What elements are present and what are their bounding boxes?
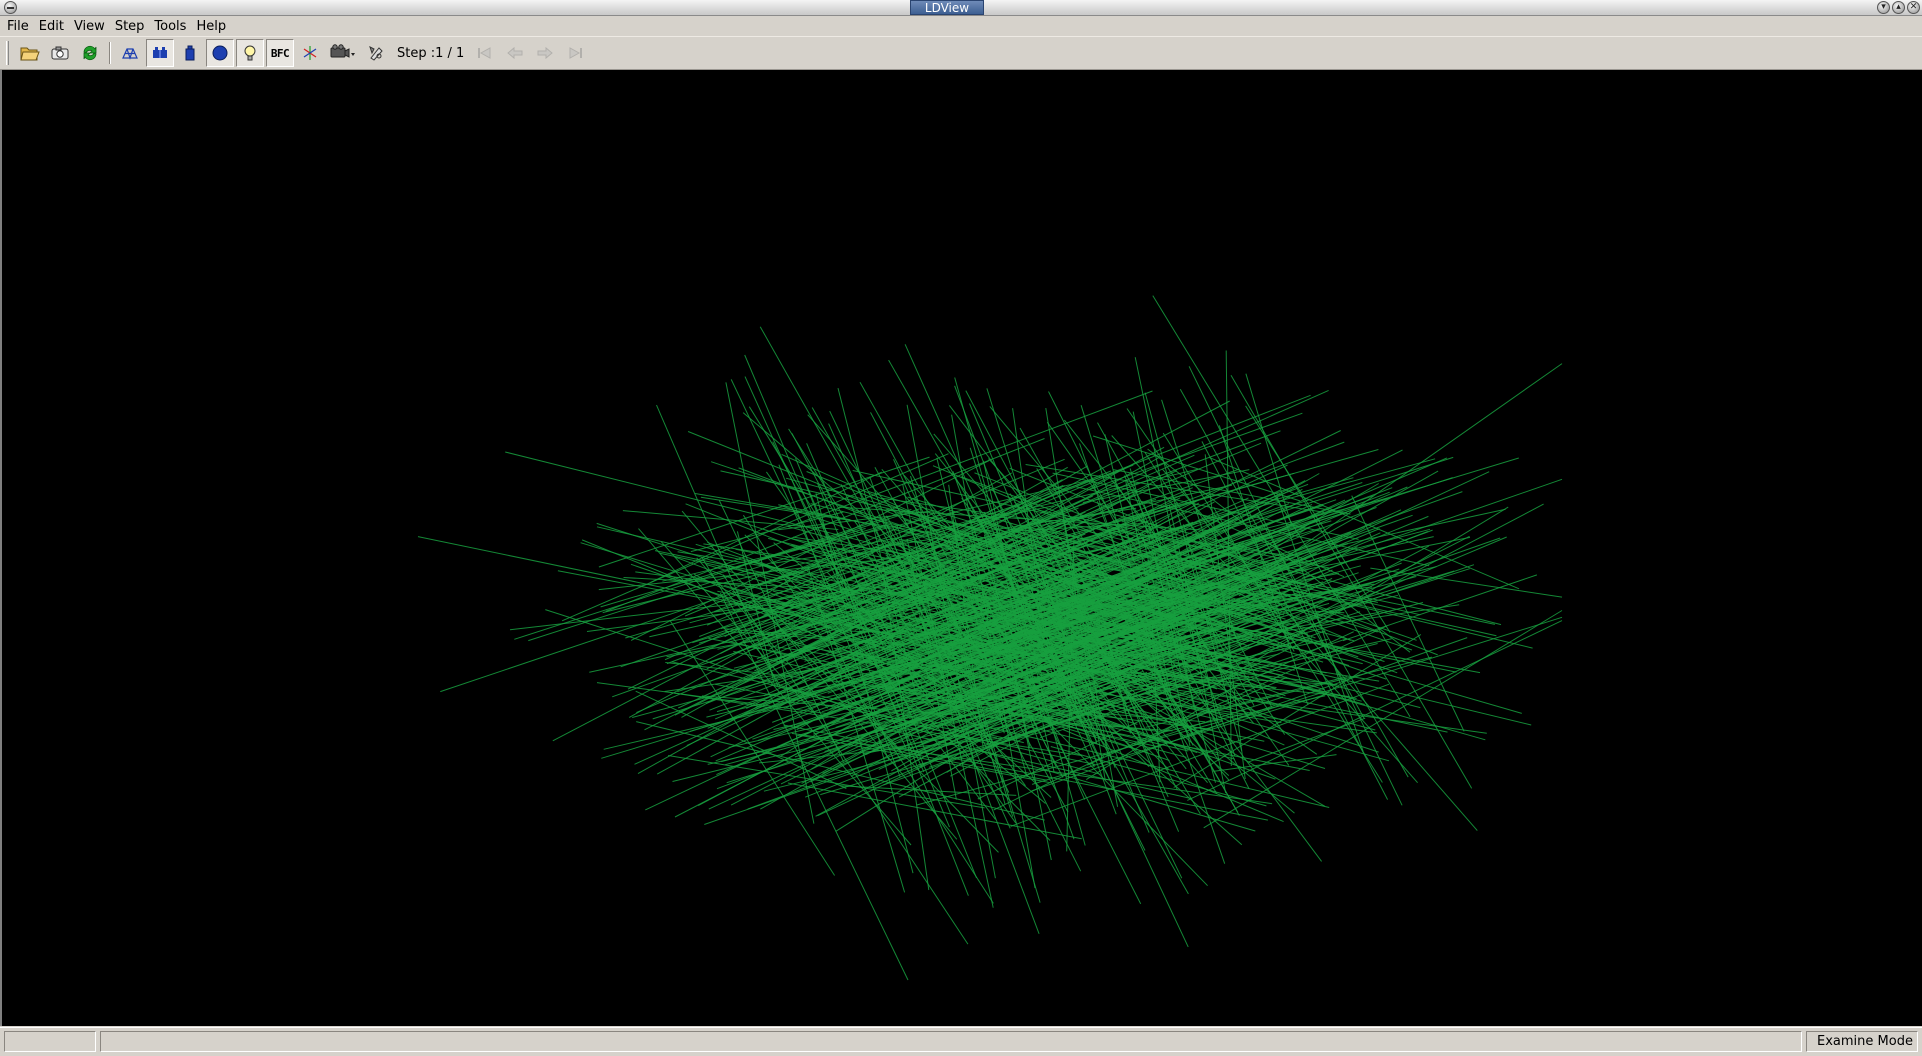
menu-view-label: View <box>73 19 105 34</box>
model-viewport[interactable] <box>0 70 1922 1026</box>
menu-view[interactable]: View <box>69 17 110 36</box>
primitive-substitution-button[interactable] <box>206 39 234 67</box>
step-indicator: Step :1 / 1 <box>397 45 465 61</box>
close-icon[interactable]: ✕ <box>1907 1 1920 14</box>
last-step-icon <box>569 47 583 59</box>
menu-help-label: Help <box>196 19 227 34</box>
wireframe-line <box>1224 503 1544 673</box>
last-step-button[interactable] <box>561 39 589 67</box>
wireframe-line <box>1213 754 1337 772</box>
model-render <box>417 295 1563 981</box>
status-message <box>100 1031 1802 1052</box>
ldview-window: LDView ▾ ▴ ✕ File Edit View Step Tools H… <box>0 0 1922 1056</box>
first-step-icon <box>478 47 491 59</box>
wireframe-line <box>1164 478 1563 618</box>
status-progress <box>4 1031 96 1052</box>
menu-edit-label: Edit <box>38 19 64 34</box>
camera-angle-icon <box>330 44 355 58</box>
window-title: LDView <box>910 0 984 15</box>
wireframe-icon <box>122 48 138 60</box>
title-bar[interactable]: LDView ▾ ▴ ✕ <box>0 0 1922 16</box>
open-button[interactable] <box>16 39 44 67</box>
menu-bar: File Edit View Step Tools Help <box>0 17 1922 36</box>
preferences-button[interactable] <box>362 39 390 67</box>
previous-step-icon <box>507 46 523 60</box>
main-toolbar: BFC Step :1 / 1 <box>0 36 1922 70</box>
wireframe-button[interactable] <box>116 39 144 67</box>
seams-button[interactable] <box>146 39 174 67</box>
bfc-icon: BFC <box>270 46 290 60</box>
window-menu-icon[interactable] <box>4 1 17 14</box>
status-bar: Examine Mode <box>0 1027 1922 1056</box>
toolbar-separator <box>109 42 111 64</box>
first-step-button[interactable] <box>471 39 499 67</box>
menu-edit[interactable]: Edit <box>34 17 69 36</box>
reload-icon <box>83 45 97 61</box>
chevron-down-icon <box>351 53 355 56</box>
menu-tools-label: Tools <box>154 19 187 34</box>
minimize-icon[interactable]: ▾ <box>1877 1 1890 14</box>
maximize-icon[interactable]: ▴ <box>1892 1 1905 14</box>
preferences-icon <box>369 46 383 61</box>
menu-file[interactable]: File <box>2 17 34 36</box>
open-folder-icon <box>20 47 40 61</box>
toolbar-grip[interactable] <box>6 41 9 65</box>
menu-help[interactable]: Help <box>191 17 231 36</box>
axes-icon <box>303 46 317 60</box>
bfc-button[interactable]: BFC <box>266 39 294 67</box>
lighting-button[interactable] <box>236 39 264 67</box>
edges-icon <box>185 45 195 61</box>
window-controls: ▾ ▴ ✕ <box>1877 1 1920 14</box>
next-step-icon <box>537 46 554 60</box>
view-angle-button[interactable] <box>326 39 360 67</box>
lightbulb-icon <box>244 45 256 61</box>
primitive-substitution-icon <box>212 45 228 61</box>
wireframe-line-group <box>417 295 1563 981</box>
menu-file-label: File <box>7 19 29 34</box>
screenshot-button[interactable] <box>46 39 74 67</box>
menu-step-label: Step <box>114 19 145 34</box>
next-step-button[interactable] <box>531 39 559 67</box>
show-axes-button[interactable] <box>296 39 324 67</box>
menu-tools[interactable]: Tools <box>149 17 191 36</box>
camera-icon <box>51 46 69 60</box>
wireframe-line <box>1351 495 1465 732</box>
menu-step[interactable]: Step <box>110 17 150 36</box>
status-mode: Examine Mode <box>1806 1031 1918 1052</box>
seams-icon <box>153 47 167 58</box>
edges-button[interactable] <box>176 39 204 67</box>
reload-button[interactable] <box>76 39 104 67</box>
previous-step-button[interactable] <box>501 39 529 67</box>
